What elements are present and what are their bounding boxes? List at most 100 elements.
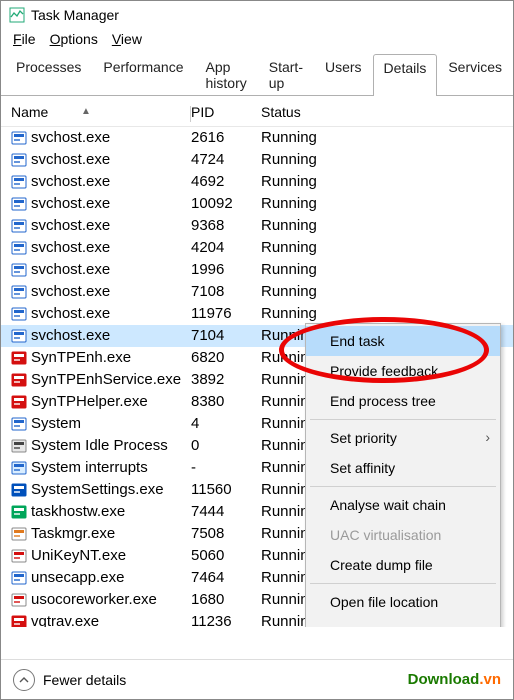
column-header-pid[interactable]: PID <box>191 104 261 120</box>
column-header-name[interactable]: Name ▲ <box>1 104 191 120</box>
context-menu-item-open-file-location[interactable]: Open file location <box>306 587 500 617</box>
tab-app-history[interactable]: App history <box>195 53 258 95</box>
process-icon <box>11 570 27 586</box>
process-name: svchost.exe <box>31 193 110 215</box>
menu-file[interactable]: File <box>7 29 42 49</box>
process-icon <box>11 306 27 322</box>
process-status: Running <box>261 215 513 237</box>
process-name: svchost.exe <box>31 237 110 259</box>
process-pid: 4204 <box>191 237 261 259</box>
tab-users[interactable]: Users <box>314 53 373 95</box>
process-table[interactable]: svchost.exe 2616 Running svchost.exe 472… <box>1 127 513 627</box>
table-row[interactable]: svchost.exe 2616 Running <box>1 127 513 149</box>
table-row[interactable]: svchost.exe 9368 Running <box>1 215 513 237</box>
process-name: unsecapp.exe <box>31 567 124 589</box>
process-pid: 10092 <box>191 193 261 215</box>
context-menu-item-create-dump-file[interactable]: Create dump file <box>306 550 500 580</box>
process-pid: 1680 <box>191 589 261 611</box>
process-status: Running <box>261 193 513 215</box>
process-pid: 11976 <box>191 303 261 325</box>
process-icon <box>11 394 27 410</box>
context-menu: End taskProvide feedbackEnd process tree… <box>305 323 501 627</box>
process-icon <box>11 592 27 608</box>
process-status: Running <box>261 303 513 325</box>
menu-view[interactable]: View <box>106 29 148 49</box>
process-icon <box>11 218 27 234</box>
sort-asc-icon: ▲ <box>81 106 91 117</box>
process-status: Running <box>261 259 513 281</box>
menu-options[interactable]: Options <box>44 29 104 49</box>
table-row[interactable]: svchost.exe 1996 Running <box>1 259 513 281</box>
context-menu-item-search-online[interactable]: Search online <box>306 617 500 627</box>
process-name: SynTPEnh.exe <box>31 347 131 369</box>
context-menu-item-set-priority[interactable]: Set priority <box>306 423 500 453</box>
context-menu-item-end-process-tree[interactable]: End process tree <box>306 386 500 416</box>
process-pid: 7104 <box>191 325 261 347</box>
process-status: Running <box>261 127 513 149</box>
context-menu-item-uac-virtualisation: UAC virtualisation <box>306 520 500 550</box>
tab-performance[interactable]: Performance <box>92 53 194 95</box>
process-pid: 7108 <box>191 281 261 303</box>
column-header-status[interactable]: Status <box>261 104 513 120</box>
fewer-details-button[interactable]: Fewer details <box>13 669 126 691</box>
process-pid: 4724 <box>191 149 261 171</box>
process-icon <box>11 350 27 366</box>
chevron-up-icon <box>13 669 35 691</box>
table-row[interactable]: svchost.exe 4724 Running <box>1 149 513 171</box>
process-pid: 7444 <box>191 501 261 523</box>
table-row[interactable]: svchost.exe 4204 Running <box>1 237 513 259</box>
process-name: Taskmgr.exe <box>31 523 115 545</box>
process-name: System interrupts <box>31 457 148 479</box>
context-menu-item-analyse-wait-chain[interactable]: Analyse wait chain <box>306 490 500 520</box>
process-name: svchost.exe <box>31 281 110 303</box>
process-pid: 4692 <box>191 171 261 193</box>
process-name: System Idle Process <box>31 435 168 457</box>
process-name: svchost.exe <box>31 127 110 149</box>
context-menu-item-set-affinity[interactable]: Set affinity <box>306 453 500 483</box>
process-name: svchost.exe <box>31 325 110 347</box>
process-name: SynTPHelper.exe <box>31 391 148 413</box>
context-menu-separator <box>310 583 496 584</box>
process-icon <box>11 284 27 300</box>
tab-start-up[interactable]: Start-up <box>258 53 314 95</box>
tab-services[interactable]: Services <box>437 53 513 95</box>
table-row[interactable]: svchost.exe 11976 Running <box>1 303 513 325</box>
context-menu-separator <box>310 486 496 487</box>
tab-strip: ProcessesPerformanceApp historyStart-upU… <box>1 53 513 96</box>
watermark: Download.vn <box>408 671 501 688</box>
window-title: Task Manager <box>31 7 119 23</box>
process-pid: 0 <box>191 435 261 457</box>
table-row[interactable]: svchost.exe 10092 Running <box>1 193 513 215</box>
process-icon <box>11 438 27 454</box>
process-icon <box>11 526 27 542</box>
tab-processes[interactable]: Processes <box>5 53 92 95</box>
table-row[interactable]: svchost.exe 7108 Running <box>1 281 513 303</box>
title-bar: Task Manager <box>1 1 513 27</box>
process-pid: 7508 <box>191 523 261 545</box>
process-icon <box>11 548 27 564</box>
process-pid: 11236 <box>191 611 261 627</box>
process-icon <box>11 174 27 190</box>
process-status: Running <box>261 237 513 259</box>
process-name: UniKeyNT.exe <box>31 545 126 567</box>
context-menu-item-provide-feedback[interactable]: Provide feedback <box>306 356 500 386</box>
process-name: SystemSettings.exe <box>31 479 164 501</box>
context-menu-item-end-task[interactable]: End task <box>306 326 500 356</box>
process-status: Running <box>261 149 513 171</box>
process-name: System <box>31 413 81 435</box>
process-pid: 9368 <box>191 215 261 237</box>
process-name: svchost.exe <box>31 215 110 237</box>
process-pid: 3892 <box>191 369 261 391</box>
process-icon <box>11 152 27 168</box>
table-row[interactable]: svchost.exe 4692 Running <box>1 171 513 193</box>
process-pid: 1996 <box>191 259 261 281</box>
process-pid: 2616 <box>191 127 261 149</box>
context-menu-separator <box>310 419 496 420</box>
tab-details[interactable]: Details <box>373 54 438 96</box>
process-icon <box>11 460 27 476</box>
process-pid: 4 <box>191 413 261 435</box>
process-name: taskhostw.exe <box>31 501 125 523</box>
process-icon <box>11 372 27 388</box>
process-name: svchost.exe <box>31 259 110 281</box>
process-icon <box>11 240 27 256</box>
